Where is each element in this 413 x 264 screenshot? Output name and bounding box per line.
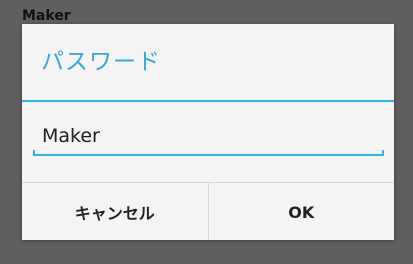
password-input[interactable] <box>33 120 384 152</box>
cancel-button[interactable]: キャンセル <box>22 183 208 240</box>
background-title: Maker <box>22 8 71 24</box>
password-input-container <box>33 120 384 156</box>
title-divider <box>22 100 394 102</box>
password-dialog: パスワード キャンセル OK <box>22 24 394 240</box>
input-underline <box>33 150 384 156</box>
dialog-button-bar: キャンセル OK <box>22 182 394 240</box>
ok-button[interactable]: OK <box>209 183 395 240</box>
dialog-title: パスワード <box>41 49 161 75</box>
